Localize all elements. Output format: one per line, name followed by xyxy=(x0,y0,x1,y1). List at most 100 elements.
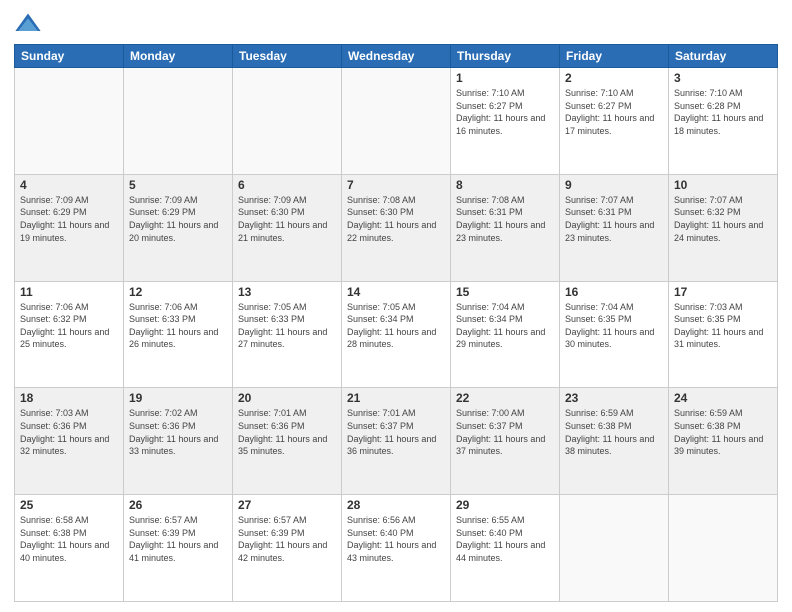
calendar-cell: 28 Sunrise: 6:56 AM Sunset: 6:40 PM Dayli… xyxy=(342,495,451,602)
day-info: Sunrise: 6:58 AM Sunset: 6:38 PM Dayligh… xyxy=(20,514,118,564)
day-number: 13 xyxy=(238,285,336,299)
day-info: Sunrise: 7:10 AM Sunset: 6:28 PM Dayligh… xyxy=(674,87,772,137)
calendar-cell: 26 Sunrise: 6:57 AM Sunset: 6:39 PM Dayli… xyxy=(124,495,233,602)
day-number: 24 xyxy=(674,391,772,405)
day-number: 5 xyxy=(129,178,227,192)
day-number: 28 xyxy=(347,498,445,512)
day-info: Sunrise: 6:56 AM Sunset: 6:40 PM Dayligh… xyxy=(347,514,445,564)
day-number: 26 xyxy=(129,498,227,512)
day-info: Sunrise: 7:01 AM Sunset: 6:36 PM Dayligh… xyxy=(238,407,336,457)
day-number: 25 xyxy=(20,498,118,512)
calendar-cell: 19 Sunrise: 7:02 AM Sunset: 6:36 PM Dayli… xyxy=(124,388,233,495)
calendar-cell: 2 Sunrise: 7:10 AM Sunset: 6:27 PM Daylig… xyxy=(560,68,669,175)
day-info: Sunrise: 7:01 AM Sunset: 6:37 PM Dayligh… xyxy=(347,407,445,457)
calendar-cell xyxy=(233,68,342,175)
day-info: Sunrise: 7:09 AM Sunset: 6:30 PM Dayligh… xyxy=(238,194,336,244)
day-info: Sunrise: 7:05 AM Sunset: 6:34 PM Dayligh… xyxy=(347,301,445,351)
day-info: Sunrise: 7:06 AM Sunset: 6:33 PM Dayligh… xyxy=(129,301,227,351)
day-info: Sunrise: 7:04 AM Sunset: 6:34 PM Dayligh… xyxy=(456,301,554,351)
day-number: 18 xyxy=(20,391,118,405)
day-number: 17 xyxy=(674,285,772,299)
weekday-header-sunday: Sunday xyxy=(15,45,124,68)
calendar-cell xyxy=(124,68,233,175)
calendar-cell: 25 Sunrise: 6:58 AM Sunset: 6:38 PM Dayli… xyxy=(15,495,124,602)
calendar-cell: 23Sunrise: 6:59 AM Sunset: 6:38 PM Dayli… xyxy=(560,388,669,495)
calendar-cell: 21Sunrise: 7:01 AM Sunset: 6:37 PM Dayli… xyxy=(342,388,451,495)
day-info: Sunrise: 7:08 AM Sunset: 6:30 PM Dayligh… xyxy=(347,194,445,244)
day-number: 16 xyxy=(565,285,663,299)
calendar-cell: 22 Sunrise: 7:00 AM Sunset: 6:37 PM Dayli… xyxy=(451,388,560,495)
calendar-cell: 4Sunrise: 7:09 AM Sunset: 6:29 PM Daylig… xyxy=(15,174,124,281)
calendar-cell: 9 Sunrise: 7:07 AM Sunset: 6:31 PM Daylig… xyxy=(560,174,669,281)
calendar-cell: 7 Sunrise: 7:08 AM Sunset: 6:30 PM Daylig… xyxy=(342,174,451,281)
day-info: Sunrise: 7:10 AM Sunset: 6:27 PM Dayligh… xyxy=(565,87,663,137)
logo-icon xyxy=(14,10,42,38)
calendar-week-5: 25 Sunrise: 6:58 AM Sunset: 6:38 PM Dayli… xyxy=(15,495,778,602)
calendar-cell: 16 Sunrise: 7:04 AM Sunset: 6:35 PM Dayli… xyxy=(560,281,669,388)
day-info: Sunrise: 6:59 AM Sunset: 6:38 PM Dayligh… xyxy=(565,407,663,457)
day-number: 6 xyxy=(238,178,336,192)
day-number: 20 xyxy=(238,391,336,405)
weekday-header-tuesday: Tuesday xyxy=(233,45,342,68)
calendar-cell xyxy=(560,495,669,602)
day-info: Sunrise: 6:57 AM Sunset: 6:39 PM Dayligh… xyxy=(238,514,336,564)
calendar-cell: 17 Sunrise: 7:03 AM Sunset: 6:35 PM Dayli… xyxy=(669,281,778,388)
day-info: Sunrise: 7:03 AM Sunset: 6:36 PM Dayligh… xyxy=(20,407,118,457)
calendar-cell: 11 Sunrise: 7:06 AM Sunset: 6:32 PM Dayli… xyxy=(15,281,124,388)
calendar-cell: 12 Sunrise: 7:06 AM Sunset: 6:33 PM Dayli… xyxy=(124,281,233,388)
day-info: Sunrise: 7:03 AM Sunset: 6:35 PM Dayligh… xyxy=(674,301,772,351)
calendar-week-2: 4 Sunrise: 7:09 AM Sunset: 6:29 PM Daylig… xyxy=(15,174,778,281)
calendar-cell: 8 Sunrise: 7:08 AM Sunset: 6:31 PM Daylig… xyxy=(451,174,560,281)
day-info: Sunrise: 7:00 AM Sunset: 6:37 PM Dayligh… xyxy=(456,407,554,457)
day-info: Sunrise: 7:07 AM Sunset: 6:32 PM Dayligh… xyxy=(674,194,772,244)
logo xyxy=(14,10,46,38)
day-number: 29 xyxy=(456,498,554,512)
day-number: 12 xyxy=(129,285,227,299)
header xyxy=(14,10,778,38)
day-number: 11 xyxy=(20,285,118,299)
weekday-header-wednesday: Wednesday xyxy=(342,45,451,68)
page: SundayMondayTuesdayWednesdayThursdayFrid… xyxy=(0,0,792,612)
calendar-cell: 6 Sunrise: 7:09 AM Sunset: 6:30 PM Daylig… xyxy=(233,174,342,281)
calendar-cell xyxy=(342,68,451,175)
day-number: 9 xyxy=(565,178,663,192)
calendar-cell: 10 Sunrise: 7:07 AM Sunset: 6:32 PM Dayli… xyxy=(669,174,778,281)
day-info: Sunrise: 7:06 AM Sunset: 6:32 PM Dayligh… xyxy=(20,301,118,351)
day-number: 3 xyxy=(674,71,772,85)
calendar-cell: 5 Sunrise: 7:09 AM Sunset: 6:29 PM Daylig… xyxy=(124,174,233,281)
day-info: Sunrise: 7:08 AM Sunset: 6:31 PM Dayligh… xyxy=(456,194,554,244)
day-number: 14 xyxy=(347,285,445,299)
day-number: 22 xyxy=(456,391,554,405)
day-number: 8 xyxy=(456,178,554,192)
day-number: 10 xyxy=(674,178,772,192)
day-info: Sunrise: 6:55 AM Sunset: 6:40 PM Dayligh… xyxy=(456,514,554,564)
day-number: 2 xyxy=(565,71,663,85)
weekday-header-friday: Friday xyxy=(560,45,669,68)
day-number: 7 xyxy=(347,178,445,192)
calendar-cell: 29 Sunrise: 6:55 AM Sunset: 6:40 PM Dayli… xyxy=(451,495,560,602)
day-number: 27 xyxy=(238,498,336,512)
calendar-cell: 27 Sunrise: 6:57 AM Sunset: 6:39 PM Dayli… xyxy=(233,495,342,602)
calendar-cell: 3 Sunrise: 7:10 AM Sunset: 6:28 PM Daylig… xyxy=(669,68,778,175)
calendar-cell: 20 Sunrise: 7:01 AM Sunset: 6:36 PM Dayli… xyxy=(233,388,342,495)
day-info: Sunrise: 7:04 AM Sunset: 6:35 PM Dayligh… xyxy=(565,301,663,351)
calendar-cell: 13 Sunrise: 7:05 AM Sunset: 6:33 PM Dayli… xyxy=(233,281,342,388)
day-number: 1 xyxy=(456,71,554,85)
day-info: Sunrise: 7:07 AM Sunset: 6:31 PM Dayligh… xyxy=(565,194,663,244)
day-info: Sunrise: 7:09 AM Sunset: 6:29 PM Dayligh… xyxy=(129,194,227,244)
calendar-week-4: 18 Sunrise: 7:03 AM Sunset: 6:36 PM Dayli… xyxy=(15,388,778,495)
calendar-cell: 15Sunrise: 7:04 AM Sunset: 6:34 PM Dayli… xyxy=(451,281,560,388)
calendar-table: SundayMondayTuesdayWednesdayThursdayFrid… xyxy=(14,44,778,602)
calendar-cell xyxy=(15,68,124,175)
calendar-cell: 14 Sunrise: 7:05 AM Sunset: 6:34 PM Dayli… xyxy=(342,281,451,388)
day-info: Sunrise: 7:02 AM Sunset: 6:36 PM Dayligh… xyxy=(129,407,227,457)
day-number: 4 xyxy=(20,178,118,192)
day-number: 19 xyxy=(129,391,227,405)
weekday-header-saturday: Saturday xyxy=(669,45,778,68)
weekday-header-thursday: Thursday xyxy=(451,45,560,68)
calendar-cell: 24Sunrise: 6:59 AM Sunset: 6:38 PM Dayli… xyxy=(669,388,778,495)
day-info: Sunrise: 7:05 AM Sunset: 6:33 PM Dayligh… xyxy=(238,301,336,351)
calendar-week-3: 11 Sunrise: 7:06 AM Sunset: 6:32 PM Dayli… xyxy=(15,281,778,388)
day-info: Sunrise: 6:57 AM Sunset: 6:39 PM Dayligh… xyxy=(129,514,227,564)
calendar-cell: 18 Sunrise: 7:03 AM Sunset: 6:36 PM Dayli… xyxy=(15,388,124,495)
